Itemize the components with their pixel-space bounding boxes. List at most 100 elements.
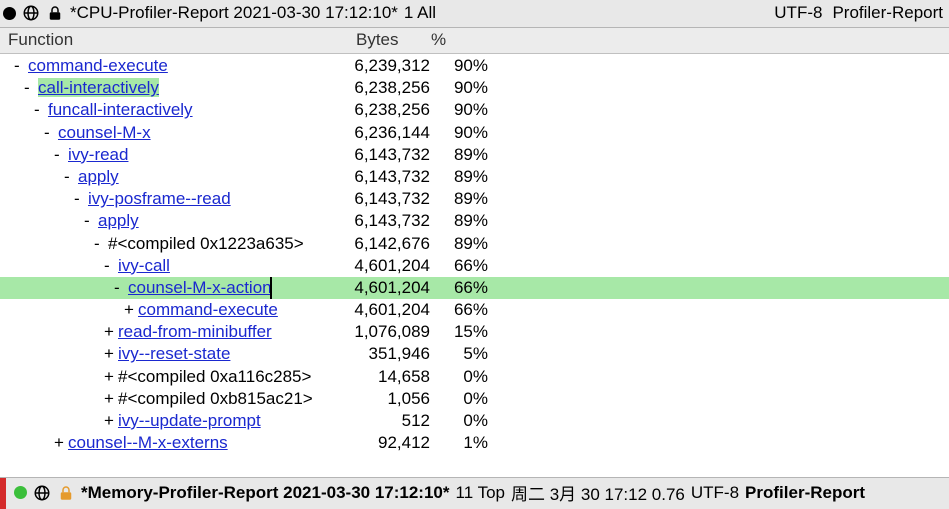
tree-row[interactable]: - apply6,143,73289% <box>0 166 949 188</box>
tree-row[interactable]: - command-execute6,239,31290% <box>0 55 949 77</box>
bytes-cell: 1,076,089 <box>312 321 438 343</box>
collapse-toggle-icon[interactable]: - <box>34 99 48 121</box>
tree-row[interactable]: + command-execute4,601,20466% <box>0 299 949 321</box>
bottom-encoding: UTF-8 <box>691 483 739 503</box>
collapse-toggle-icon[interactable]: - <box>84 210 98 232</box>
function-cell[interactable]: - call-interactively <box>0 77 312 99</box>
percent-cell: 89% <box>438 166 496 188</box>
collapse-toggle-icon[interactable]: - <box>74 188 88 210</box>
col-function[interactable]: Function <box>8 30 356 50</box>
function-name[interactable]: apply <box>98 211 139 230</box>
expand-toggle-icon[interactable]: + <box>104 388 118 410</box>
collapse-toggle-icon[interactable]: - <box>24 77 38 99</box>
tree-row[interactable]: + read-from-minibuffer1,076,08915% <box>0 321 949 343</box>
function-name[interactable]: counsel--M-x-externs <box>68 433 228 452</box>
collapse-toggle-icon[interactable]: - <box>14 55 28 77</box>
tree-row[interactable]: - apply6,143,73289% <box>0 210 949 232</box>
top-modeline: *CPU-Profiler-Report 2021-03-30 17:12:10… <box>0 0 949 28</box>
bytes-cell: 6,238,256 <box>312 99 438 121</box>
expand-toggle-icon[interactable]: + <box>104 343 118 365</box>
function-cell[interactable]: - command-execute <box>0 55 312 77</box>
function-cell[interactable]: - counsel-M-x-action <box>0 277 312 299</box>
function-name[interactable]: read-from-minibuffer <box>118 322 272 341</box>
expand-toggle-icon[interactable]: + <box>104 410 118 432</box>
tree-row[interactable]: + #<compiled 0xa116c285>14,6580% <box>0 366 949 388</box>
bytes-cell: 351,946 <box>312 343 438 365</box>
profiler-tree[interactable]: - command-execute6,239,31290%- call-inte… <box>0 54 949 477</box>
expand-toggle-icon[interactable]: + <box>104 321 118 343</box>
function-cell[interactable]: + #<compiled 0xb815ac21> <box>0 388 312 410</box>
function-name[interactable]: ivy--reset-state <box>118 344 230 363</box>
function-name[interactable]: command-execute <box>28 56 168 75</box>
function-cell[interactable]: - funcall-interactively <box>0 99 312 121</box>
collapse-toggle-icon[interactable]: - <box>94 233 108 255</box>
bytes-cell: 6,236,144 <box>312 122 438 144</box>
bottom-position: 11 Top <box>456 483 505 503</box>
col-percent[interactable]: % <box>431 30 446 50</box>
mode-label: Profiler-Report <box>832 3 943 23</box>
function-name[interactable]: ivy-call <box>118 256 170 275</box>
function-cell[interactable]: - ivy-call <box>0 255 312 277</box>
collapse-toggle-icon[interactable]: - <box>54 144 68 166</box>
function-cell[interactable]: - ivy-posframe--read <box>0 188 312 210</box>
function-cell[interactable]: + command-execute <box>0 299 312 321</box>
function-cell[interactable]: - #<compiled 0x1223a635> <box>0 233 312 255</box>
bytes-cell: 6,238,256 <box>312 77 438 99</box>
top-line-all: 1 All <box>404 3 436 23</box>
col-bytes[interactable]: Bytes <box>356 30 431 50</box>
function-cell[interactable]: + #<compiled 0xa116c285> <box>0 366 312 388</box>
function-name[interactable]: ivy-read <box>68 145 128 164</box>
tree-row[interactable]: - call-interactively6,238,25690% <box>0 77 949 99</box>
tree-row[interactable]: + ivy--update-prompt5120% <box>0 410 949 432</box>
bytes-cell: 6,239,312 <box>312 55 438 77</box>
tree-row[interactable]: - counsel-M-x-action4,601,20466% <box>0 277 949 299</box>
tree-row[interactable]: - #<compiled 0x1223a635>6,142,67689% <box>0 233 949 255</box>
function-cell[interactable]: - ivy-read <box>0 144 312 166</box>
collapse-toggle-icon[interactable]: - <box>44 122 58 144</box>
function-cell[interactable]: - apply <box>0 210 312 232</box>
bottom-modeline: *Memory-Profiler-Report 2021-03-30 17:12… <box>0 477 949 509</box>
function-name[interactable]: counsel-M-x <box>58 123 151 142</box>
function-name[interactable]: ivy-posframe--read <box>88 189 231 208</box>
function-name[interactable]: counsel-M-x-action <box>128 278 272 297</box>
tree-row[interactable]: + #<compiled 0xb815ac21>1,0560% <box>0 388 949 410</box>
function-cell[interactable]: + read-from-minibuffer <box>0 321 312 343</box>
function-cell[interactable]: + counsel--M-x-externs <box>0 432 312 454</box>
collapse-toggle-icon[interactable]: - <box>104 255 118 277</box>
function-name[interactable]: funcall-interactively <box>48 100 193 119</box>
tree-row[interactable]: - ivy-read6,143,73289% <box>0 144 949 166</box>
percent-cell: 15% <box>438 321 496 343</box>
tree-row[interactable]: - funcall-interactively6,238,25690% <box>0 99 949 121</box>
function-cell[interactable]: - counsel-M-x <box>0 122 312 144</box>
expand-toggle-icon[interactable]: + <box>54 432 68 454</box>
function-cell[interactable]: - apply <box>0 166 312 188</box>
tree-row[interactable]: - ivy-call4,601,20466% <box>0 255 949 277</box>
function-name[interactable]: command-execute <box>138 300 278 319</box>
function-cell[interactable]: + ivy--reset-state <box>0 343 312 365</box>
percent-cell: 66% <box>438 299 496 321</box>
buffer-title: *CPU-Profiler-Report 2021-03-30 17:12:10… <box>70 3 398 23</box>
globe-icon <box>22 4 40 22</box>
expand-toggle-icon[interactable]: + <box>124 299 138 321</box>
percent-cell: 90% <box>438 55 496 77</box>
collapse-toggle-icon[interactable]: - <box>114 277 128 299</box>
percent-cell: 0% <box>438 410 496 432</box>
tree-row[interactable]: - counsel-M-x6,236,14490% <box>0 122 949 144</box>
bottom-datetime: 周二 3月 30 17:12 0.76 <box>511 480 685 505</box>
bytes-cell: 6,143,732 <box>312 144 438 166</box>
tree-row[interactable]: + ivy--reset-state351,9465% <box>0 343 949 365</box>
function-name[interactable]: ivy--update-prompt <box>118 411 261 430</box>
tree-row[interactable]: + counsel--M-x-externs92,4121% <box>0 432 949 454</box>
bytes-cell: 14,658 <box>312 366 438 388</box>
function-cell[interactable]: + ivy--update-prompt <box>0 410 312 432</box>
bytes-cell: 92,412 <box>312 432 438 454</box>
function-name[interactable]: apply <box>78 167 119 186</box>
column-headers: Function Bytes % <box>0 28 949 54</box>
collapse-toggle-icon[interactable]: - <box>64 166 78 188</box>
bytes-cell: 6,143,732 <box>312 188 438 210</box>
globe-icon <box>33 484 51 502</box>
function-name[interactable]: call-interactively <box>38 78 159 97</box>
percent-cell: 90% <box>438 99 496 121</box>
tree-row[interactable]: - ivy-posframe--read6,143,73289% <box>0 188 949 210</box>
expand-toggle-icon[interactable]: + <box>104 366 118 388</box>
